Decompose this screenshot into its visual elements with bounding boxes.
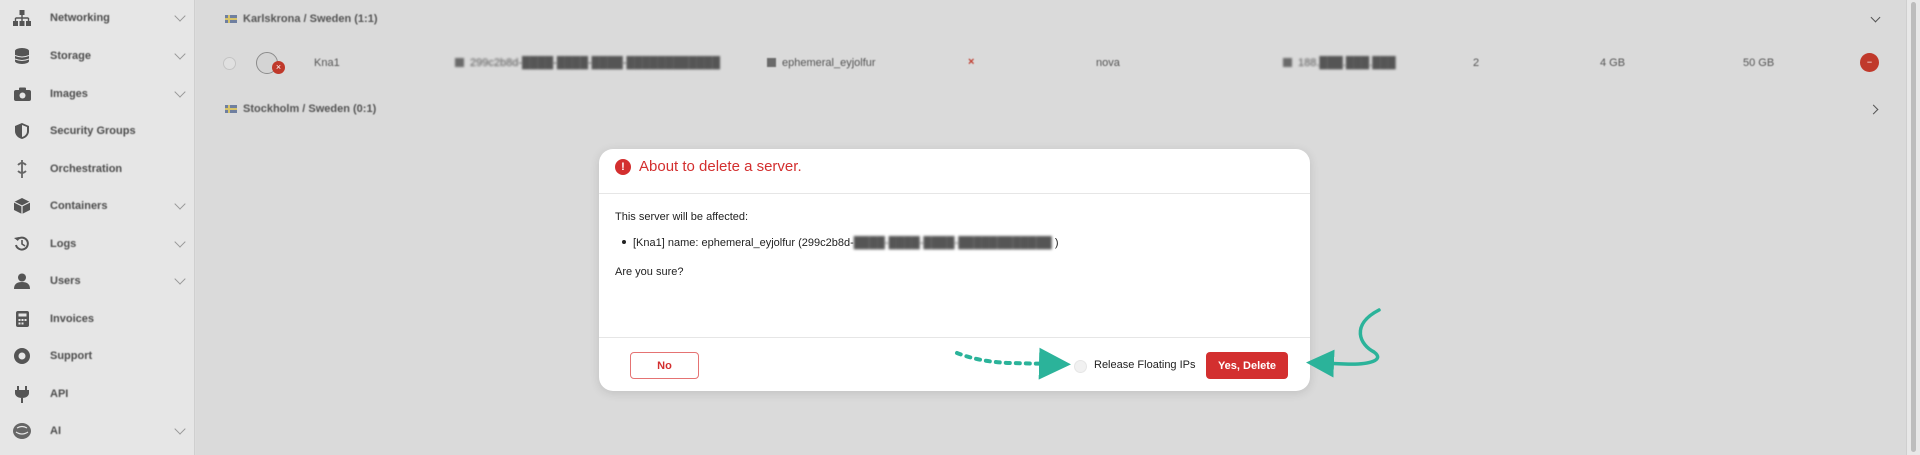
server-ip: 188.███.███.███: [1283, 57, 1396, 69]
server-disk: 50 GB: [1743, 57, 1775, 69]
scrollbar-thumb[interactable]: [1911, 2, 1916, 452]
user-icon: [13, 272, 31, 290]
affected-server-id-redacted: ████-████-████-████████████: [853, 237, 1052, 249]
storage-icon: [13, 47, 31, 65]
no-button[interactable]: No: [630, 352, 699, 379]
history-icon: [13, 235, 31, 253]
chevron-down-icon: [174, 236, 186, 248]
release-floating-ips-checkbox[interactable]: [1074, 360, 1087, 373]
confirmation-question: Are you sure?: [615, 266, 684, 278]
plug-icon: [13, 385, 31, 403]
affected-text: This server will be affected:: [615, 211, 749, 223]
affected-server-text: [Kna1] name: ephemeral_eyjolfur (299c2b8…: [633, 237, 854, 249]
bullet-icon: [622, 240, 626, 245]
region-row-stockholm[interactable]: Stockholm / Sweden (0:1): [196, 94, 1906, 124]
orchestration-icon: [13, 160, 31, 178]
sidebar-item-label: Images: [50, 88, 88, 100]
chevron-down-icon: [174, 273, 186, 285]
sidebar-item-label: Support: [50, 350, 93, 362]
sidebar-item-users[interactable]: Users: [0, 266, 195, 296]
dialog-footer: No Release Floating IPs Yes, Delete: [599, 337, 1310, 391]
sidebar-item-images[interactable]: Images: [0, 79, 195, 109]
server-name[interactable]: Kna1: [314, 57, 340, 69]
error-badge-icon: ×: [272, 61, 285, 74]
sidebar-item-label: Storage: [50, 50, 91, 62]
delete-server-dialog: ! About to delete a server. This server …: [599, 149, 1310, 391]
sidebar-item-label: Security Groups: [50, 125, 136, 137]
exclamation-icon: !: [615, 159, 631, 175]
sidebar-item-orchestration[interactable]: Orchestration: [0, 154, 195, 184]
sidebar-item-label: API: [50, 388, 69, 400]
yes-delete-button[interactable]: Yes, Delete: [1206, 352, 1288, 379]
network-icon: [13, 9, 31, 27]
sidebar-item-storage[interactable]: Storage: [0, 41, 195, 71]
sweden-flag-icon: [225, 105, 237, 113]
row-select-checkbox[interactable]: [223, 57, 236, 70]
chevron-down-icon: [174, 423, 186, 435]
region-label: Karlskrona / Sweden (1:1): [243, 13, 378, 25]
affected-server-item: [Kna1] name: ephemeral_eyjolfur (299c2b8…: [615, 237, 1059, 249]
sidebar-item-ai[interactable]: AI: [0, 416, 195, 446]
name-icon: [767, 58, 776, 67]
sidebar-item-label: Logs: [50, 238, 77, 250]
table-row[interactable]: × Kna1 299c2b8d-████-████-████-█████████…: [196, 48, 1906, 80]
server-vcpus: 2: [1473, 57, 1480, 69]
sidebar-item-label: Orchestration: [50, 163, 123, 175]
sidebar-item-api[interactable]: API: [0, 379, 195, 409]
sidebar: Networking Storage Images Security Group…: [0, 0, 195, 455]
sidebar-item-invoices[interactable]: Invoices: [0, 304, 195, 334]
status-error-icon: ×: [968, 56, 975, 68]
scrollbar[interactable]: [1906, 0, 1920, 455]
sidebar-item-security-groups[interactable]: Security Groups: [0, 116, 195, 146]
server-ram: 4 GB: [1600, 57, 1626, 69]
chevron-down-icon: [174, 198, 186, 210]
release-floating-ips-label[interactable]: Release Floating IPs: [1094, 359, 1196, 371]
server-id-text: 299c2b8d-████-████-████-████████████: [470, 57, 721, 69]
sidebar-item-label: Users: [50, 275, 81, 287]
sidebar-item-label: Invoices: [50, 313, 95, 325]
ai-icon: [13, 422, 31, 440]
box-icon: [13, 197, 31, 215]
sidebar-item-label: AI: [50, 425, 61, 437]
sidebar-item-label: Containers: [50, 200, 108, 212]
chevron-down-icon: [174, 86, 186, 98]
shield-icon: [13, 122, 31, 140]
chevron-down-icon: [174, 10, 186, 22]
sidebar-item-networking[interactable]: Networking: [0, 3, 195, 33]
sidebar-item-logs[interactable]: Logs: [0, 229, 195, 259]
ip-icon: [1283, 58, 1292, 67]
server-display-name: ephemeral_eyjolfur: [767, 57, 876, 69]
region-row-karlskrona[interactable]: Karlskrona / Sweden (1:1): [196, 4, 1906, 34]
server-display-name-text: ephemeral_eyjolfur: [782, 57, 876, 69]
region-label: Stockholm / Sweden (0:1): [243, 103, 377, 115]
dialog-title: About to delete a server.: [639, 158, 802, 175]
affected-server-close: ): [1051, 237, 1059, 249]
chevron-down-icon: [174, 48, 186, 60]
id-icon: [455, 58, 464, 67]
sweden-flag-icon: [225, 15, 237, 23]
server-ip-text: 188.███.███.███: [1298, 57, 1396, 69]
dialog-header: ! About to delete a server.: [599, 149, 1310, 194]
camera-icon: [13, 85, 31, 103]
invoice-icon: [13, 310, 31, 328]
chevron-right-icon[interactable]: [1868, 104, 1879, 114]
delete-server-button[interactable]: −: [1860, 53, 1879, 72]
server-type: nova: [1096, 57, 1120, 69]
server-id: 299c2b8d-████-████-████-████████████: [455, 57, 720, 69]
sidebar-item-containers[interactable]: Containers: [0, 191, 195, 221]
chevron-down-icon[interactable]: [1870, 12, 1881, 22]
sidebar-item-label: Networking: [50, 12, 110, 24]
support-icon: [13, 347, 31, 365]
sidebar-item-support[interactable]: Support: [0, 341, 195, 371]
